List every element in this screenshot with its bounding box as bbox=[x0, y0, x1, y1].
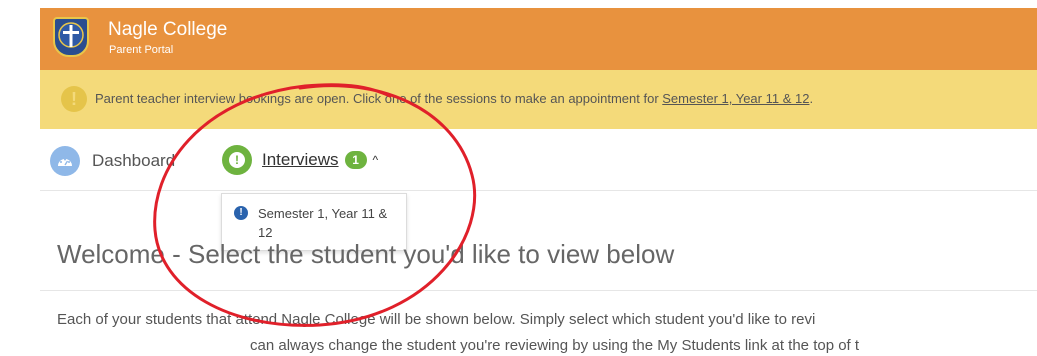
chevron-up-icon: ^ bbox=[372, 153, 379, 167]
nav-interviews-label: Interviews bbox=[262, 150, 339, 169]
alert-trailing: . bbox=[809, 91, 814, 106]
session-link[interactable]: Semester 1, Year 11 & 12 bbox=[662, 91, 809, 106]
interviews-count-badge: 1 bbox=[344, 151, 367, 169]
cross-shield-icon[interactable] bbox=[53, 17, 89, 57]
nav-interviews[interactable]: ! Interviews 1 ^ bbox=[222, 143, 378, 177]
intro-paragraph-line-1: Each of your students that attend Nagle … bbox=[57, 311, 816, 328]
interview-alert-banner: ! Parent teacher interview bookings are … bbox=[40, 70, 1037, 129]
content-divider bbox=[40, 290, 1037, 291]
dropdown-item-label: Semester 1, Year 11 & 12 bbox=[258, 206, 388, 240]
portal-header: Nagle College Parent Portal bbox=[40, 8, 1037, 70]
speedometer-icon bbox=[50, 146, 80, 176]
alert-text: Parent teacher interview bookings are op… bbox=[95, 91, 663, 106]
alert-message: Parent teacher interview bookings are op… bbox=[95, 91, 813, 106]
nav-dashboard[interactable]: Dashboard bbox=[50, 146, 175, 176]
page-title: Welcome - Select the student you'd like … bbox=[57, 239, 675, 269]
exclamation-circle-icon: ! bbox=[222, 145, 252, 175]
nav-divider bbox=[40, 190, 1037, 191]
brand-title[interactable]: Nagle College bbox=[108, 19, 227, 41]
brand-subtitle: Parent Portal bbox=[109, 44, 174, 56]
exclamation-circle-icon: ! bbox=[61, 86, 87, 112]
exclamation-circle-icon: ! bbox=[234, 206, 248, 220]
intro-paragraph-line-2: can always change the student you're rev… bbox=[250, 337, 860, 354]
nav-dashboard-label: Dashboard bbox=[92, 151, 176, 170]
